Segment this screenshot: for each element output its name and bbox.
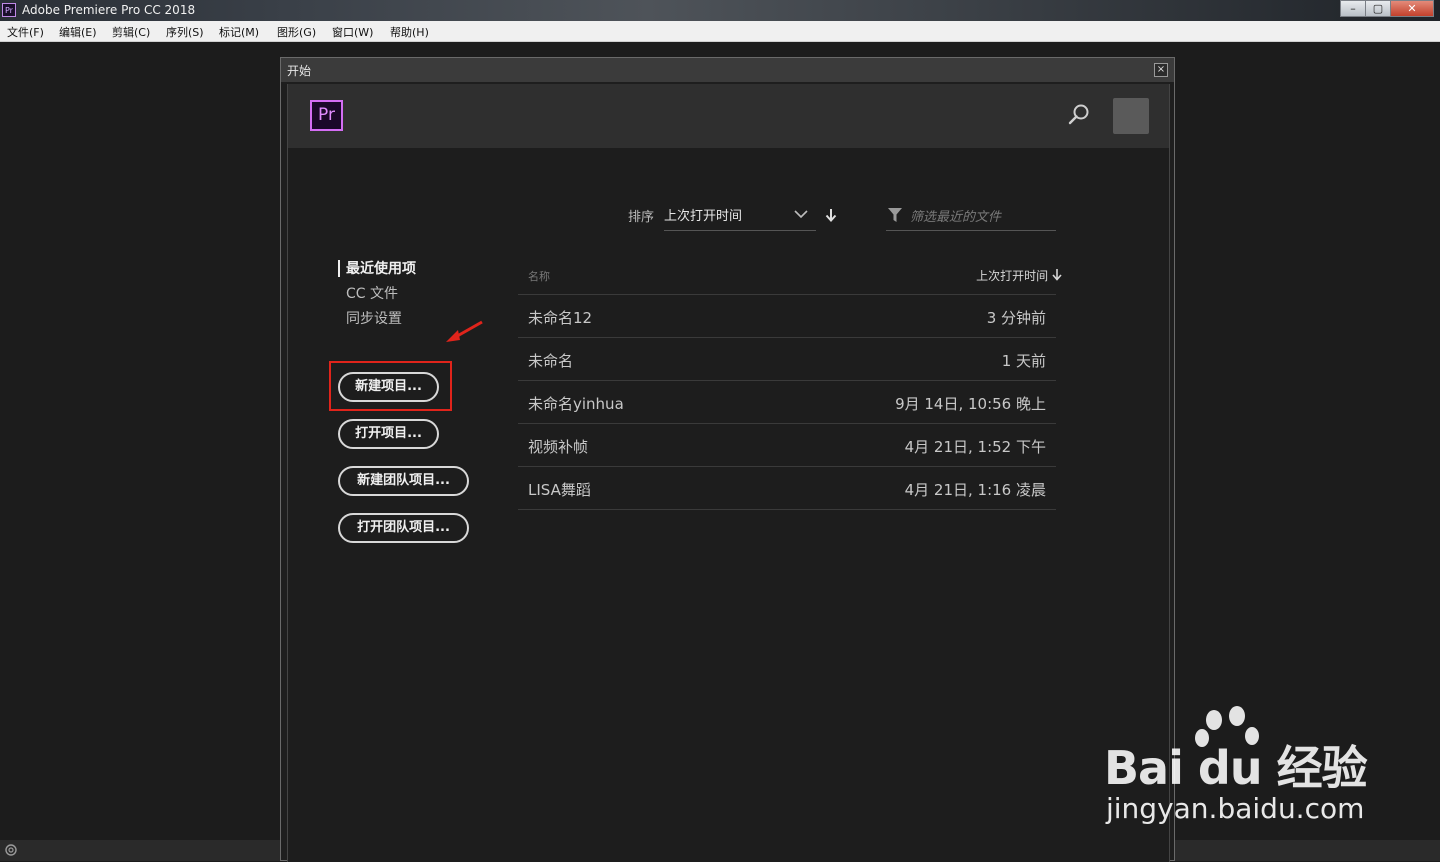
- dialog-close-button[interactable]: ×: [1154, 63, 1168, 77]
- restore-button[interactable]: ▢: [1365, 0, 1391, 17]
- table-row[interactable]: 视频补帧 4月 21日, 1:52 下午: [518, 423, 1056, 466]
- window-title: Adobe Premiere Pro CC 2018: [22, 3, 196, 17]
- nav-sync-settings[interactable]: 同步设置: [346, 308, 402, 328]
- watermark-brand: Bai du 经验: [1104, 741, 1368, 795]
- menu-marker[interactable]: 标记(M): [219, 24, 259, 40]
- file-name: 未命名yinhua: [528, 395, 624, 413]
- filter-placeholder: 筛选最近的文件: [910, 210, 1002, 225]
- nav-active-indicator: [338, 260, 340, 277]
- menu-bar: 文件(F) 编辑(E) 剪辑(C) 序列(S) 标记(M) 图形(G) 窗口(W…: [0, 21, 1440, 42]
- file-name: 未命名: [528, 352, 574, 370]
- menu-file[interactable]: 文件(F): [7, 24, 44, 40]
- table-row[interactable]: 未命名yinhua 9月 14日, 10:56 晚上: [518, 380, 1056, 423]
- premiere-app-icon: Pr: [2, 3, 16, 17]
- watermark-url: jingyan.baidu.com: [1106, 792, 1365, 825]
- column-header-name[interactable]: 名称: [528, 268, 550, 284]
- close-window-button[interactable]: ✕: [1390, 0, 1434, 17]
- table-row[interactable]: 未命名 1 天前: [518, 337, 1056, 380]
- sort-label: 排序: [628, 210, 655, 225]
- sync-status-icon[interactable]: [4, 843, 18, 857]
- table-row[interactable]: 未命名12 3 分钟前: [518, 294, 1056, 337]
- annotation-arrow: [446, 320, 483, 342]
- open-team-project-button[interactable]: 打开团队项目...: [338, 513, 469, 543]
- file-name: 视频补帧: [528, 438, 589, 456]
- menu-clip[interactable]: 剪辑(C): [112, 24, 150, 40]
- file-name: 未命名12: [528, 309, 593, 327]
- sort-arrow-icon: [1052, 269, 1062, 281]
- file-last-opened: 1 天前: [1001, 352, 1046, 370]
- minimize-button[interactable]: –: [1340, 0, 1366, 17]
- filter-input[interactable]: 筛选最近的文件: [886, 200, 1056, 231]
- new-project-button[interactable]: 新建项目...: [338, 372, 439, 402]
- menu-help[interactable]: 帮助(H): [390, 24, 429, 40]
- menu-sequence[interactable]: 序列(S): [166, 24, 204, 40]
- window-controls: – ▢ ✕: [1340, 0, 1434, 18]
- premiere-logo: Pr: [310, 100, 343, 131]
- filter-funnel-icon: [888, 208, 902, 222]
- table-divider: [518, 509, 1056, 510]
- file-last-opened: 4月 21日, 1:16 凌晨: [904, 481, 1046, 499]
- search-icon[interactable]: [1066, 102, 1092, 128]
- start-top-bar: Pr: [288, 84, 1169, 148]
- baidu-jingyan-watermark: Bai du 经验 jingyan.baidu.com: [1104, 700, 1404, 840]
- avatar[interactable]: [1113, 98, 1149, 134]
- start-dialog: 开始 × Pr 排序 上次打开时间 筛选最近的文件 最近使用项 CC 文件 同步…: [280, 57, 1175, 862]
- column-header-last-opened[interactable]: 上次打开时间: [976, 267, 1062, 284]
- sort-direction-arrow-icon[interactable]: [824, 208, 838, 222]
- column-header-last-opened-label: 上次打开时间: [976, 269, 1049, 283]
- file-last-opened: 4月 21日, 1:52 下午: [904, 438, 1046, 456]
- nav-cc-files[interactable]: CC 文件: [346, 283, 398, 303]
- status-bar-right: [1175, 840, 1440, 861]
- start-screen: Pr 排序 上次打开时间 筛选最近的文件 最近使用项 CC 文件 同步设置 新建…: [287, 84, 1170, 862]
- dialog-header: 开始 ×: [281, 58, 1174, 82]
- file-last-opened: 3 分钟前: [986, 309, 1046, 327]
- window-title-bar: Pr Adobe Premiere Pro CC 2018 – ▢ ✕: [0, 0, 1440, 21]
- chevron-down-icon: [794, 210, 808, 219]
- open-project-button[interactable]: 打开项目...: [338, 419, 439, 449]
- sort-value: 上次打开时间: [664, 209, 743, 224]
- menu-graphics[interactable]: 图形(G): [277, 24, 316, 40]
- menu-edit[interactable]: 编辑(E): [59, 24, 97, 40]
- file-last-opened: 9月 14日, 10:56 晚上: [895, 395, 1046, 413]
- new-team-project-button[interactable]: 新建团队项目...: [338, 466, 469, 496]
- nav-recent[interactable]: 最近使用项: [346, 258, 416, 278]
- menu-window[interactable]: 窗口(W): [332, 24, 373, 40]
- sort-dropdown[interactable]: 上次打开时间: [664, 200, 816, 231]
- status-bar: [0, 840, 280, 861]
- dialog-title: 开始: [287, 64, 312, 78]
- table-row[interactable]: LISA舞蹈 4月 21日, 1:16 凌晨: [518, 466, 1056, 509]
- file-name: LISA舞蹈: [528, 481, 591, 499]
